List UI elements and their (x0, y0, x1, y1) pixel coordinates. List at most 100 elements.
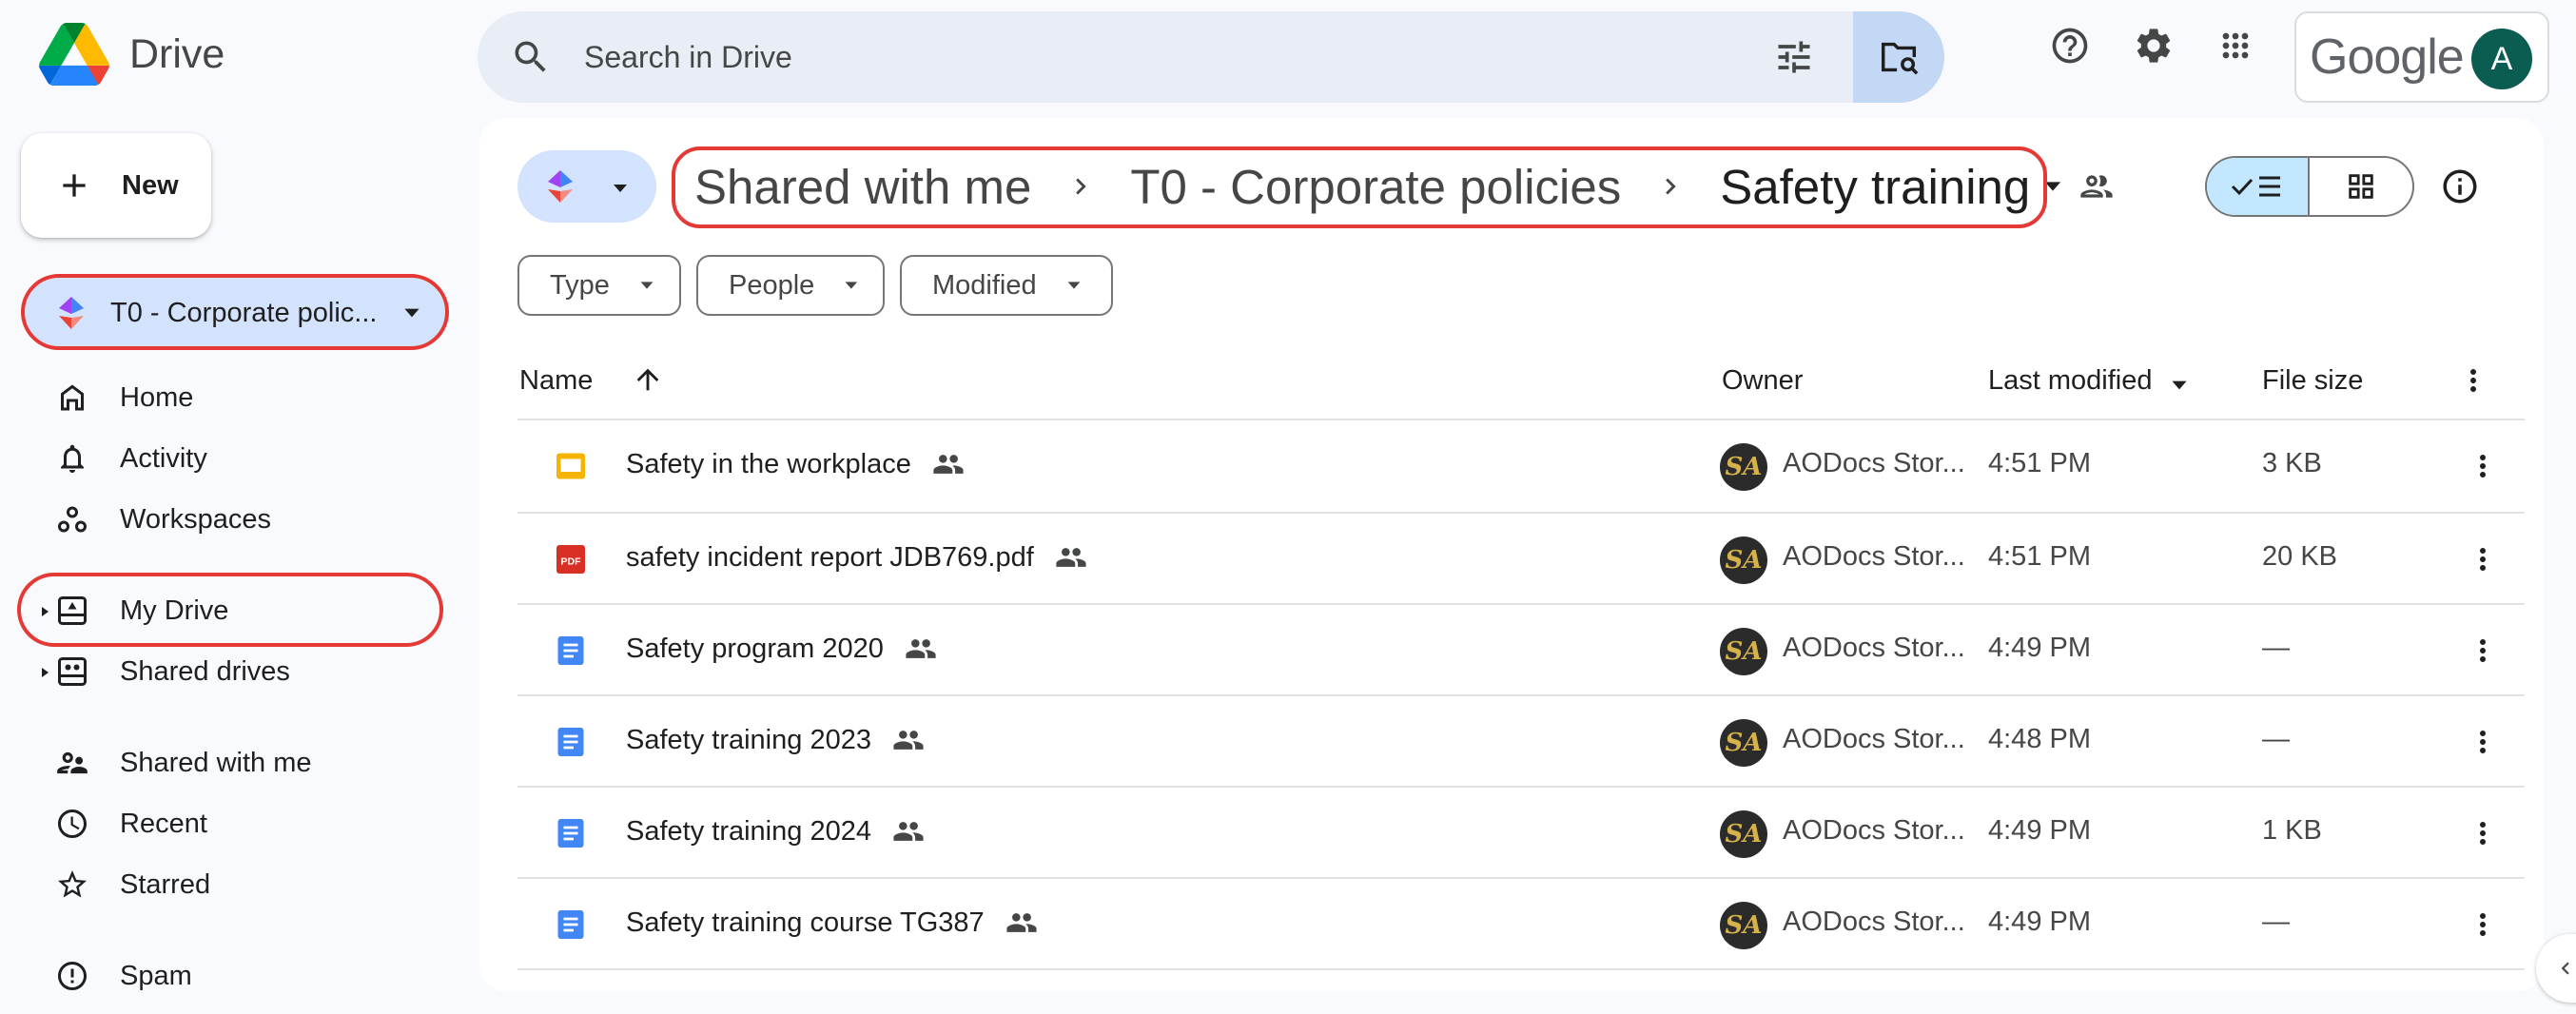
column-header-last-modified[interactable]: Last modified (1988, 365, 2153, 397)
owner-name: AODocs Stor... (1783, 815, 1965, 846)
last-modified: 4:49 PM (1988, 633, 2091, 663)
column-header-owner[interactable]: Owner (1722, 365, 1803, 397)
sidebar-item-label: Home (120, 381, 194, 413)
last-modified: 4:49 PM (1988, 815, 2091, 846)
sidebar-item-spam[interactable]: Spam (53, 951, 192, 1001)
caret-down-icon (1067, 282, 1081, 289)
shared-people-icon (933, 455, 964, 474)
more-vert-icon[interactable] (2466, 449, 2500, 483)
docs-file-icon (557, 910, 584, 939)
more-vert-icon[interactable] (2466, 725, 2500, 759)
table-row[interactable]: Safety training course TG387 SA AODocs S… (517, 879, 2525, 970)
file-name: Safety training 2023 (626, 724, 925, 756)
last-modified: 4:49 PM (1988, 907, 2091, 937)
table-row[interactable]: Safety in the workplace SA AODocs Stor..… (517, 420, 2525, 512)
file-name: Safety training course TG387 (626, 907, 1038, 939)
library-chip[interactable] (517, 150, 656, 223)
sidebar-item-shared-with-me[interactable]: Shared with me (53, 738, 312, 788)
caret-down-icon (845, 282, 858, 289)
my-drive-icon (53, 592, 91, 630)
more-vert-icon[interactable] (2466, 542, 2500, 576)
advanced-search-button[interactable] (1853, 11, 1944, 103)
more-vert-icon[interactable] (2466, 634, 2500, 668)
sidebar-item-home[interactable]: Home (53, 373, 193, 422)
search-bar[interactable] (478, 11, 1944, 103)
sidebar-item-activity[interactable]: Activity (53, 434, 207, 483)
library-selector-label: T0 - Corporate polic... (110, 297, 378, 328)
table-row[interactable]: Safety training 2023 SA AODocs Stor... 4… (517, 696, 2525, 788)
shared-drives-icon (53, 653, 91, 691)
new-button[interactable]: New (21, 133, 211, 238)
google-wordmark: Google (2310, 29, 2465, 85)
sidebar-item-shared-drives[interactable]: Shared drives (53, 647, 290, 696)
caret-down-icon (640, 282, 654, 289)
grid-view-button[interactable] (2310, 158, 2412, 215)
column-header-file-size[interactable]: File size (2262, 365, 2363, 397)
table-row[interactable]: Safety training 2024 SA AODocs Stor... 4… (517, 788, 2525, 879)
slides-file-icon (556, 453, 585, 479)
expand-arrow-icon[interactable] (38, 666, 51, 679)
file-size: — (2262, 633, 2290, 663)
breadcrumb-current[interactable]: Safety training (1701, 159, 2049, 215)
chevron-right-icon (1062, 170, 1100, 203)
more-vert-icon[interactable] (2456, 363, 2490, 398)
file-name: Safety training 2024 (626, 815, 925, 848)
owner-avatar: SA (1720, 902, 1767, 949)
apps-grid-icon[interactable] (2213, 23, 2258, 68)
caret-down-icon (614, 185, 627, 192)
caret-down-icon[interactable] (2039, 173, 2066, 200)
more-vert-icon[interactable] (2466, 907, 2500, 942)
owner-name: AODocs Stor... (1783, 724, 1965, 754)
filter-people[interactable]: People (696, 255, 885, 316)
library-selector[interactable]: T0 - Corporate polic... (23, 278, 445, 348)
breadcrumb-item[interactable]: T0 - Corporate policies (1111, 159, 1640, 215)
filter-label: Type (550, 269, 610, 301)
file-name: Safety program 2020 (626, 633, 937, 665)
account-switcher[interactable]: Google A (2294, 11, 2549, 103)
sidebar-item-label: Shared drives (120, 655, 290, 687)
sort-caret-down-icon[interactable] (2167, 373, 2192, 398)
share-people-icon[interactable] (2074, 164, 2119, 209)
help-icon[interactable] (2047, 23, 2093, 68)
spam-icon (53, 957, 91, 995)
check-list-icon (2231, 176, 2280, 197)
more-vert-icon[interactable] (2466, 816, 2500, 850)
owner-name: AODocs Stor... (1783, 448, 1965, 478)
account-avatar[interactable]: A (2471, 29, 2532, 89)
drive-logo[interactable]: Drive (38, 23, 224, 86)
owner-avatar: SA (1720, 443, 1767, 491)
filter-label: Modified (932, 269, 1037, 301)
svg-text:PDF: PDF (561, 556, 582, 567)
filter-type[interactable]: Type (517, 255, 681, 316)
file-name: safety incident report JDB769.pdf (626, 541, 1087, 574)
file-name-text: Safety training 2024 (626, 815, 871, 847)
search-input[interactable] (584, 32, 1250, 82)
sort-arrow-up-icon[interactable] (632, 363, 664, 396)
sidebar-item-starred[interactable]: Starred (53, 860, 210, 909)
owner-avatar: SA (1720, 536, 1767, 584)
chevron-right-icon (1651, 170, 1689, 203)
sidebar-item-my-drive[interactable]: My Drive (53, 586, 228, 635)
owner-name: AODocs Stor... (1783, 907, 1965, 937)
sidebar-item-recent[interactable]: Recent (53, 799, 207, 848)
file-size: — (2262, 907, 2290, 937)
search-options-icon[interactable] (1773, 36, 1815, 78)
info-icon[interactable] (2437, 164, 2483, 209)
workspaces-icon (53, 500, 91, 538)
breadcrumb-item[interactable]: Shared with me (675, 159, 1050, 215)
table-row[interactable]: Safety program 2020 SA AODocs Stor... 4:… (517, 605, 2525, 696)
pdf-file-icon: PDF (556, 545, 585, 574)
docs-file-icon (557, 728, 584, 756)
google-drive-icon (39, 23, 109, 86)
column-header-name[interactable]: Name (519, 365, 593, 397)
table-row[interactable]: PDF safety incident report JDB769.pdf SA… (517, 514, 2525, 605)
sidebar-item-workspaces[interactable]: Workspaces (53, 495, 271, 544)
people-icon (53, 744, 91, 782)
file-name-text: Safety training course TG387 (626, 907, 985, 938)
home-icon (53, 379, 91, 417)
expand-arrow-icon[interactable] (38, 605, 51, 618)
settings-gear-icon[interactable] (2131, 23, 2176, 68)
list-view-button[interactable] (2207, 158, 2310, 215)
search-icon[interactable] (510, 36, 552, 78)
filter-modified[interactable]: Modified (900, 255, 1113, 316)
